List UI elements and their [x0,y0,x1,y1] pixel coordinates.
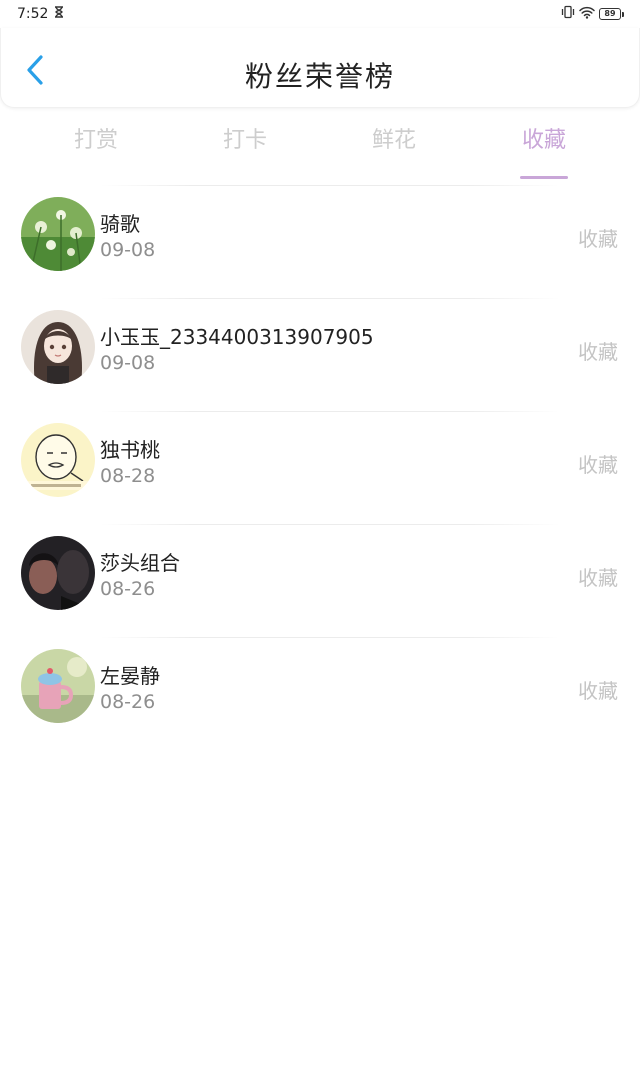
tab-favorites-label: 收藏 [521,128,566,153]
tab-checkin[interactable]: 打卡 [200,122,290,154]
tab-favorites[interactable]: 收藏 [499,122,589,179]
tab-reward[interactable]: 打赏 [51,122,141,154]
list-item[interactable]: 莎头组合 08-26 收藏 [0,524,640,637]
action-tag: 收藏 [578,679,618,703]
divider [100,185,560,186]
user-name: 左晏静 [100,664,160,688]
user-date: 09-08 [100,239,156,261]
status-left: 7:52 [17,6,64,22]
avatar[interactable] [21,536,95,610]
user-date: 09-08 [100,352,156,374]
divider [100,298,560,299]
battery-icon: 89 [599,8,624,20]
user-name: 小玉玉_2334400313907905 [100,325,374,349]
header: 粉丝荣誉榜 [0,28,640,108]
list-item[interactable]: 独书桃 08-28 收藏 [0,411,640,524]
user-name: 骑歌 [100,212,140,236]
user-date: 08-26 [100,578,156,600]
action-tag: 收藏 [578,566,618,590]
user-name: 独书桃 [100,438,160,462]
avatar[interactable] [21,649,95,723]
user-date: 08-28 [100,465,156,487]
action-tag: 收藏 [578,453,618,477]
hourglass-icon [54,6,64,22]
fan-list: 骑歌 09-08 收藏 小玉玉_2334400313907905 09-08 收… [0,185,640,750]
list-item[interactable]: 左晏静 08-26 收藏 [0,637,640,750]
user-date: 08-26 [100,691,156,713]
list-item[interactable]: 小玉玉_2334400313907905 09-08 收藏 [0,298,640,411]
tab-active-indicator [520,176,568,179]
avatar[interactable] [21,423,95,497]
wifi-icon [579,6,595,23]
action-tag: 收藏 [578,227,618,251]
avatar[interactable] [21,197,95,271]
divider [100,637,560,638]
status-right: 89 [561,5,624,23]
tab-bar: 打赏 打卡 鲜花 收藏 [0,108,640,179]
user-name: 莎头组合 [100,551,180,575]
status-time: 7:52 [17,6,49,22]
divider [100,524,560,525]
list-item[interactable]: 骑歌 09-08 收藏 [0,185,640,298]
page-title: 粉丝荣誉榜 [244,60,395,93]
avatar[interactable] [21,310,95,384]
battery-level: 89 [599,8,621,20]
vibrate-icon [561,5,575,23]
divider [100,411,560,412]
action-tag: 收藏 [578,340,618,364]
status-bar: 7:52 89 [0,0,640,28]
tab-flowers[interactable]: 鲜花 [349,122,439,154]
